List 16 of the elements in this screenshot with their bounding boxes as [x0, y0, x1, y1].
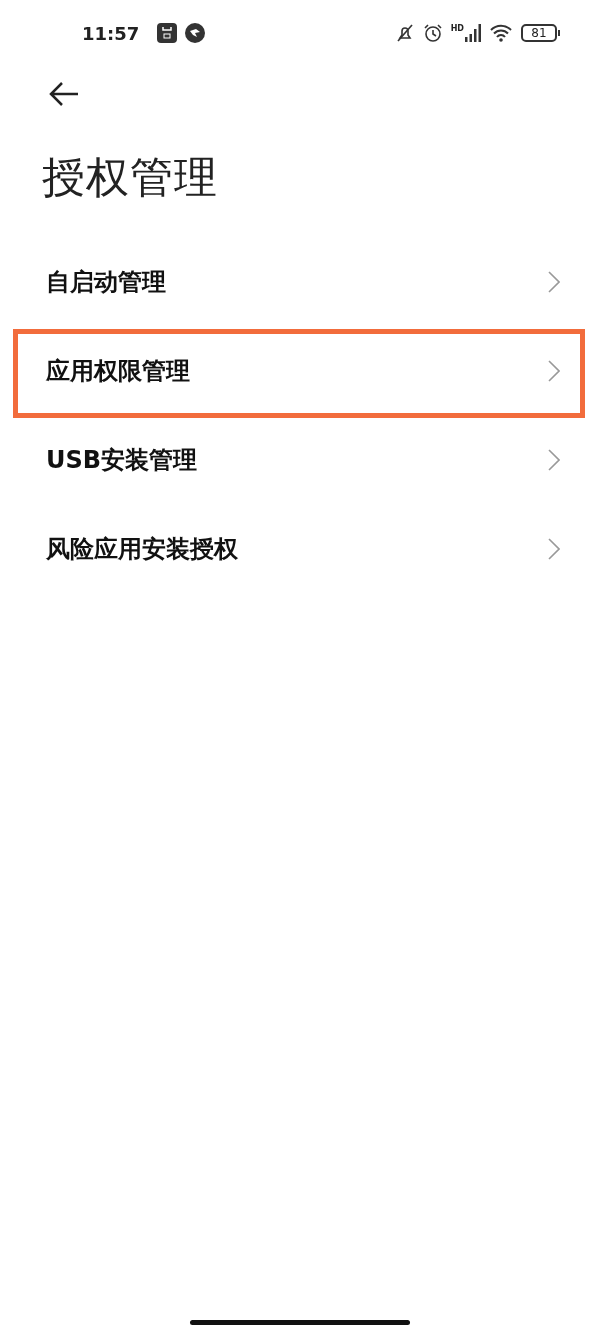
alarm-clock-icon	[422, 23, 443, 43]
signal-icon	[465, 24, 481, 42]
settings-item[interactable]: 应用权限管理	[0, 326, 600, 415]
chevron-right-icon	[548, 537, 560, 560]
network-label: HD	[450, 24, 464, 33]
chevron-right-icon	[548, 448, 560, 471]
page-title: 授权管理	[42, 151, 219, 204]
chevron-right-icon	[548, 270, 560, 293]
battery-icon: 81	[521, 24, 560, 42]
settings-item[interactable]: 自启动管理	[0, 237, 600, 326]
settings-item[interactable]: 风险应用安装授权	[0, 504, 600, 593]
settings-item[interactable]: USB安装管理	[0, 415, 600, 504]
clock: 11:57	[82, 22, 140, 44]
chevron-right-icon	[548, 359, 560, 382]
wifi-icon	[489, 24, 513, 42]
bell-muted-icon	[394, 23, 415, 43]
